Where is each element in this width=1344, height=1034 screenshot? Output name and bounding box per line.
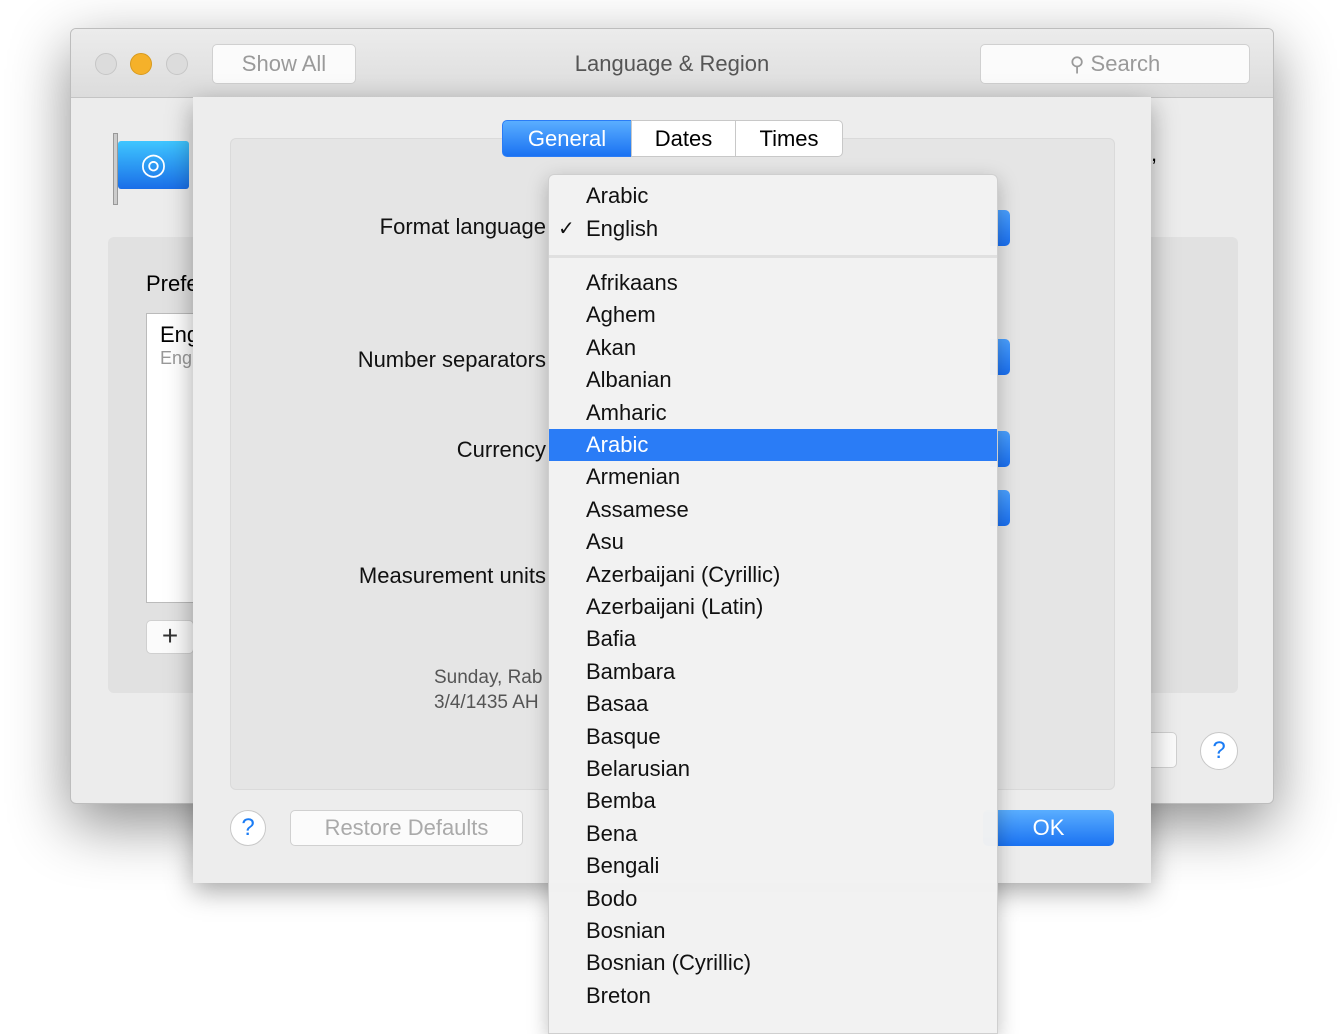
menu-item[interactable]: Bodo (549, 883, 997, 915)
search-icon: ⚲ (1069, 54, 1085, 76)
restore-defaults-button[interactable]: Restore Defaults (290, 810, 523, 846)
menu-item[interactable]: Assamese (549, 494, 997, 526)
format-language-label: Format language (379, 214, 546, 239)
date-preview-line1: Sunday, Rab (434, 667, 543, 688)
menu-item[interactable]: Armenian (549, 461, 997, 493)
preferred-languages-label: Prefe (146, 271, 199, 296)
menu-item[interactable]: Bengali (549, 850, 997, 882)
tab-general[interactable]: General (502, 120, 632, 157)
menu-item[interactable]: Bosnian (549, 915, 997, 947)
search-placeholder: Search (1090, 51, 1161, 76)
partial-text: , (1151, 141, 1158, 166)
menu-item[interactable]: Belarusian (549, 753, 997, 785)
menu-item[interactable]: Asu (549, 526, 997, 558)
menu-item[interactable]: Azerbaijani (Latin) (549, 591, 997, 623)
un-flag-icon: ◎ (113, 133, 189, 205)
help-button[interactable]: ? (230, 810, 266, 846)
menu-item[interactable]: Aghem (549, 299, 997, 331)
format-language-menu: Arabic ✓ English Afrikaans Aghem Akan Alban… (548, 174, 998, 1034)
menu-item-recent[interactable]: Arabic (549, 180, 997, 212)
ok-button[interactable]: OK (983, 810, 1114, 846)
menu-item[interactable]: Afrikaans (549, 267, 997, 299)
menu-item[interactable]: Bosnian (Cyrillic) (549, 947, 997, 979)
tab-dates[interactable]: Dates (631, 120, 736, 157)
menu-item[interactable]: Basque (549, 721, 997, 753)
menu-item[interactable]: Bena (549, 818, 997, 850)
number-separators-label: Number separators (357, 347, 546, 372)
menu-item[interactable]: Bemba (549, 785, 997, 817)
menu-item[interactable]: Bafia (549, 623, 997, 655)
menu-item-label: English (586, 216, 659, 241)
search-field[interactable]: ⚲ Search (980, 44, 1250, 84)
menu-item-recent-checked[interactable]: ✓ English (549, 213, 997, 245)
checkmark-icon: ✓ (558, 218, 575, 240)
menu-item[interactable]: Akan (549, 332, 997, 364)
menu-item[interactable]: Azerbaijani (Cyrillic) (549, 559, 997, 591)
add-language-button[interactable]: + (146, 620, 194, 654)
help-button-main[interactable]: ? (1200, 732, 1238, 770)
menu-item[interactable]: Breton (549, 980, 997, 1012)
date-preview-line2: 3/4/1435 AH (434, 692, 539, 713)
tab-times[interactable]: Times (735, 120, 843, 157)
menu-item[interactable]: Arabic (549, 429, 997, 461)
menu-separator (549, 255, 997, 258)
menu-item[interactable]: Basaa (549, 688, 997, 720)
measurement-units-label: Measurement units (358, 563, 546, 588)
title-bar: Show All Language & Region ⚲ Search (71, 29, 1273, 98)
currency-label: Currency (456, 437, 546, 462)
menu-item[interactable]: Amharic (549, 397, 997, 429)
menu-item[interactable]: Bambara (549, 656, 997, 688)
menu-item[interactable]: Albanian (549, 364, 997, 396)
